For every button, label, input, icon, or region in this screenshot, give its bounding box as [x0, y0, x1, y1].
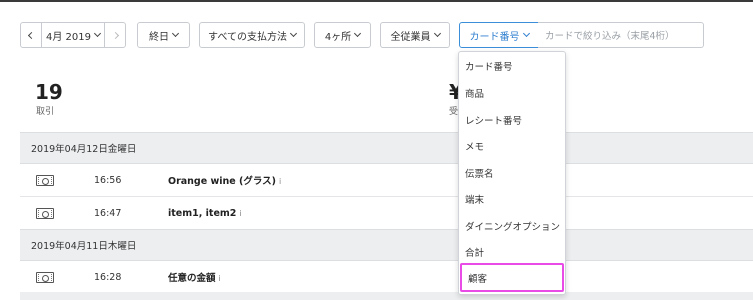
- prev-month-button[interactable]: [20, 22, 42, 48]
- menu-item-customer[interactable]: 顧客: [460, 263, 564, 292]
- card-search-input[interactable]: カードで絞り込み（末尾4桁）: [538, 22, 704, 48]
- cash-icon: [36, 271, 54, 283]
- chevron-down-icon: [433, 29, 441, 37]
- menu-item-receipt-number[interactable]: レシート番号: [459, 107, 565, 133]
- transaction-time: 16:47: [94, 207, 122, 219]
- transaction-description: 任意の金額 i: [168, 270, 221, 284]
- date-header-label: 2019年04月11日木曜日: [31, 241, 137, 252]
- menu-item-total[interactable]: 合計: [459, 239, 565, 265]
- menu-item-card-number[interactable]: カード番号: [459, 53, 565, 79]
- cash-icon: [36, 174, 54, 186]
- transaction-description: item1, item2 i: [168, 208, 242, 219]
- chevron-down-icon: [522, 29, 530, 37]
- locations-dropdown[interactable]: 4ヶ所: [314, 22, 371, 48]
- menu-item-ticket-name[interactable]: 伝票名: [459, 160, 565, 186]
- chevron-right-icon: [111, 31, 119, 39]
- locations-label: 4ヶ所: [324, 31, 352, 43]
- search-field-dropdown[interactable]: カード番号: [459, 22, 539, 48]
- month-label: 4月 2019: [46, 31, 91, 43]
- info-marker: i: [279, 177, 282, 186]
- chevron-down-icon: [289, 29, 297, 37]
- search-field-label: カード番号: [469, 31, 520, 43]
- date-header: 2019年04月11日木曜日: [20, 229, 753, 261]
- date-header: 2019年04月12日金曜日: [20, 132, 753, 164]
- staff-dropdown[interactable]: 全従業員: [380, 22, 450, 48]
- sales-label: 受: [449, 107, 459, 117]
- staff-label: 全従業員: [390, 31, 431, 43]
- transaction-items: Orange wine (グラス): [168, 176, 277, 187]
- payment-method-label: すべての支払方法: [208, 31, 287, 43]
- time-range-label: 終日: [149, 31, 169, 43]
- time-range-dropdown[interactable]: 終日: [137, 22, 190, 48]
- payment-method-dropdown[interactable]: すべての支払方法: [199, 22, 305, 48]
- search-placeholder: カードで絞り込み（末尾4桁）: [545, 31, 675, 42]
- chevron-down-icon: [171, 29, 180, 37]
- transactions-count: 19: [35, 80, 63, 104]
- transaction-time: 16:28: [94, 271, 122, 283]
- info-marker: i: [218, 274, 221, 283]
- info-marker: i: [239, 208, 242, 218]
- transaction-time: 16:56: [94, 174, 122, 186]
- transaction-items: item1, item2: [168, 207, 237, 219]
- cash-icon: [36, 207, 54, 219]
- date-header-label: 2019年04月12日金曜日: [31, 144, 137, 155]
- month-selector[interactable]: 4月 2019: [41, 22, 105, 48]
- transactions-label: 取引: [36, 107, 55, 117]
- transaction-row[interactable]: 16:56 Orange wine (グラス) i: [20, 164, 753, 197]
- next-month-button[interactable]: [104, 22, 126, 48]
- transaction-items: 任意の金額: [168, 273, 216, 284]
- menu-item-device[interactable]: 端末: [459, 186, 565, 212]
- search-field-menu: カード番号 商品 レシート番号 メモ 伝票名 端末 ダイニングオプション 合計 …: [458, 51, 566, 295]
- transaction-row[interactable]: 16:28 任意の金額 i: [20, 261, 753, 294]
- menu-item-items[interactable]: 商品: [459, 80, 565, 106]
- transaction-description: Orange wine (グラス) i: [168, 173, 281, 187]
- top-border: [0, 0, 753, 2]
- chevron-down-icon: [93, 29, 102, 37]
- next-date-header: [20, 292, 753, 300]
- chevron-left-icon: [27, 31, 35, 39]
- transaction-row[interactable]: 16:47 item1, item2 i: [20, 197, 753, 230]
- menu-item-dining-option[interactable]: ダイニングオプション: [459, 213, 565, 239]
- menu-item-notes[interactable]: メモ: [459, 133, 565, 159]
- chevron-down-icon: [354, 29, 362, 37]
